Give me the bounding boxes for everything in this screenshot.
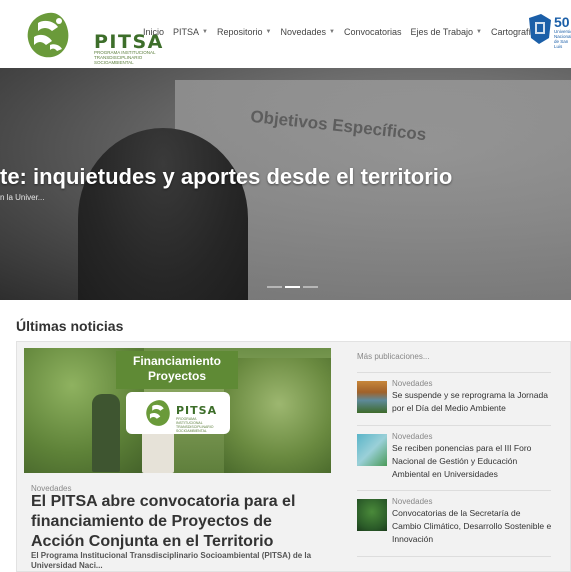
featured-excerpt: El Programa Institucional Transdisciplin… [31, 551, 312, 570]
nav-label: Repositorio [216, 27, 263, 37]
news-thumbnail[interactable] [357, 499, 387, 531]
nav-label: Convocatorias [343, 27, 402, 37]
news-title[interactable]: Se suspende y se reprograma la Jornada p… [392, 389, 552, 415]
news-thumbnail[interactable] [357, 434, 387, 466]
more-publications-link[interactable]: Más publicaciones... [357, 352, 429, 361]
nav-novedades[interactable]: Novedades ▼ [280, 27, 335, 37]
chevron-down-icon: ▼ [476, 29, 482, 35]
pitsa-emblem-icon [146, 400, 170, 426]
foliage [224, 358, 331, 473]
financing-banner: Financiamiento Proyectos [116, 351, 238, 389]
nav-label: Inicio [143, 27, 165, 37]
slider-dot-active[interactable] [285, 286, 300, 288]
chevron-down-icon: ▼ [329, 29, 335, 35]
nav-label: PITSA [173, 27, 200, 37]
nav-label: Ejes de Trabajo [410, 27, 474, 37]
chevron-down-icon: ▼ [265, 29, 272, 35]
nav-convocatorias[interactable]: Convocatorias [344, 27, 402, 37]
nav-ejes-de-trabajo[interactable]: Ejes de Trabajo ▼ [411, 27, 483, 37]
pitsa-logo[interactable]: PITSA PROGRAMA INSTITUCIONAL TRANSDISCIP… [24, 9, 162, 65]
news-title[interactable]: Convocatorias de la Secretaría de Cambio… [392, 507, 552, 546]
chevron-down-icon: ▼ [202, 29, 208, 35]
nav-repositorio[interactable]: Repositorio ▼ [217, 27, 271, 37]
section-title: Últimas noticias [16, 318, 124, 334]
list-item[interactable]: Novedades Convocatorias de la Secretaría… [357, 490, 551, 557]
nav-pitsa[interactable]: PITSA ▼ [173, 27, 208, 37]
news-title[interactable]: Se reciben ponencias para el III Foro Na… [392, 442, 552, 481]
university-anniversary: 50 [554, 14, 570, 30]
slider-pagination [267, 286, 318, 288]
pitsa-emblem-icon [27, 12, 69, 58]
featured-title[interactable]: El PITSA abre convocatoria para el finan… [31, 492, 321, 552]
site-header: PITSA PROGRAMA INSTITUCIONAL TRANSDISCIP… [0, 0, 571, 68]
news-category: Novedades [392, 497, 433, 506]
hero-slider[interactable]: Objetivos Específicos te: inquietudes y … [0, 68, 571, 300]
slider-dot[interactable] [303, 286, 318, 288]
university-logo[interactable]: 50 Universidad Nacional de San Luis [527, 12, 571, 49]
list-item[interactable]: Novedades Se suspende y se reprograma la… [357, 372, 551, 425]
slider-dot[interactable] [267, 286, 282, 288]
badge-text: PITSA [176, 404, 218, 417]
badge-subtitle: PROGRAMA INSTITUCIONAL TRANSDISCIPLINARI… [176, 417, 214, 433]
pitsa-badge: PITSA PROGRAMA INSTITUCIONAL TRANSDISCIP… [126, 392, 230, 434]
news-category: Novedades [392, 432, 433, 441]
nav-inicio[interactable]: Inicio [143, 27, 164, 37]
main-nav: Inicio PITSA ▼ Repositorio ▼ Novedades ▼ Co… [143, 27, 545, 37]
logo-subtitle: PROGRAMA INSTITUCIONAL TRANSDISCIPLINARI… [94, 50, 156, 65]
speaker-silhouette [78, 128, 248, 300]
hero-subtitle: n la Univer... [0, 193, 45, 202]
list-item[interactable]: Novedades Se reciben ponencias para el I… [357, 425, 551, 489]
news-thumbnail[interactable] [357, 381, 387, 413]
university-name: Universidad Nacional de San Luis [554, 29, 571, 49]
nav-label: Novedades [280, 27, 327, 37]
hiker [92, 394, 120, 472]
university-emblem-icon [529, 14, 551, 44]
news-category: Novedades [392, 379, 433, 388]
hero-title[interactable]: te: inquietudes y aportes desde el terri… [0, 164, 452, 190]
